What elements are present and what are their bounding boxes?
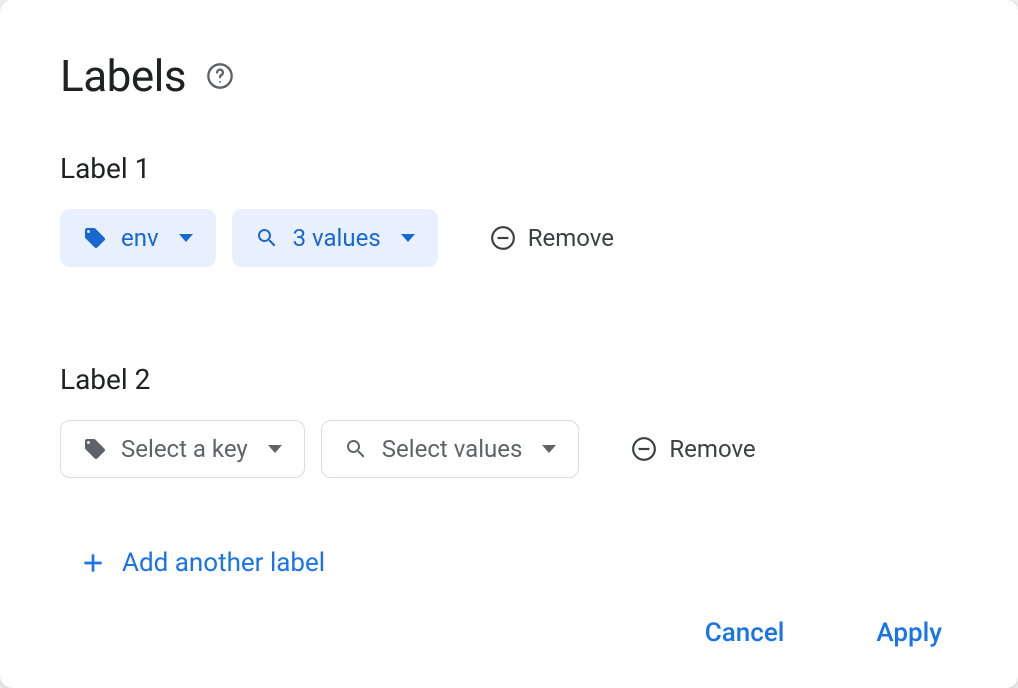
label-heading: Label 2	[60, 363, 958, 396]
label-key-text: env	[121, 224, 159, 252]
label-values-chip[interactable]: 3 values	[232, 209, 438, 267]
remove-circle-icon	[490, 225, 516, 251]
label-heading: Label 1	[60, 152, 958, 185]
plus-icon	[80, 550, 106, 576]
label-key-chip[interactable]: env	[60, 209, 216, 267]
remove-label-text: Remove	[528, 224, 614, 252]
add-another-label-button[interactable]: Add another label	[60, 538, 958, 588]
chevron-down-icon	[401, 234, 415, 242]
remove-circle-icon	[631, 436, 657, 462]
tag-icon	[83, 437, 107, 461]
cancel-button[interactable]: Cancel	[689, 608, 801, 658]
label-row: env 3 values Remove	[60, 209, 958, 267]
label-values-text: 3 values	[293, 224, 381, 252]
label-row: Select a key Select values Remove	[60, 420, 958, 478]
chevron-down-icon	[542, 445, 556, 453]
label-values-chip[interactable]: Select values	[321, 420, 580, 478]
dialog-header: Labels	[60, 50, 958, 102]
label-values-placeholder: Select values	[382, 435, 523, 463]
remove-label-button[interactable]: Remove	[619, 427, 767, 471]
apply-button[interactable]: Apply	[860, 608, 958, 658]
label-key-placeholder: Select a key	[121, 435, 248, 463]
search-icon	[344, 437, 368, 461]
dialog-actions: Cancel Apply	[60, 588, 958, 658]
dialog-title: Labels	[60, 50, 186, 102]
label-section-1: Label 1 env 3 values	[60, 152, 958, 267]
tag-icon	[83, 226, 107, 250]
help-icon[interactable]	[206, 62, 234, 90]
remove-label-text: Remove	[669, 435, 755, 463]
remove-label-button[interactable]: Remove	[478, 216, 626, 260]
label-section-2: Label 2 Select a key Select values	[60, 363, 958, 478]
label-key-chip[interactable]: Select a key	[60, 420, 305, 478]
search-icon	[255, 226, 279, 250]
chevron-down-icon	[268, 445, 282, 453]
add-label-text: Add another label	[122, 548, 325, 578]
chevron-down-icon	[179, 234, 193, 242]
labels-dialog: Labels Label 1 env 3 val	[0, 0, 1018, 688]
